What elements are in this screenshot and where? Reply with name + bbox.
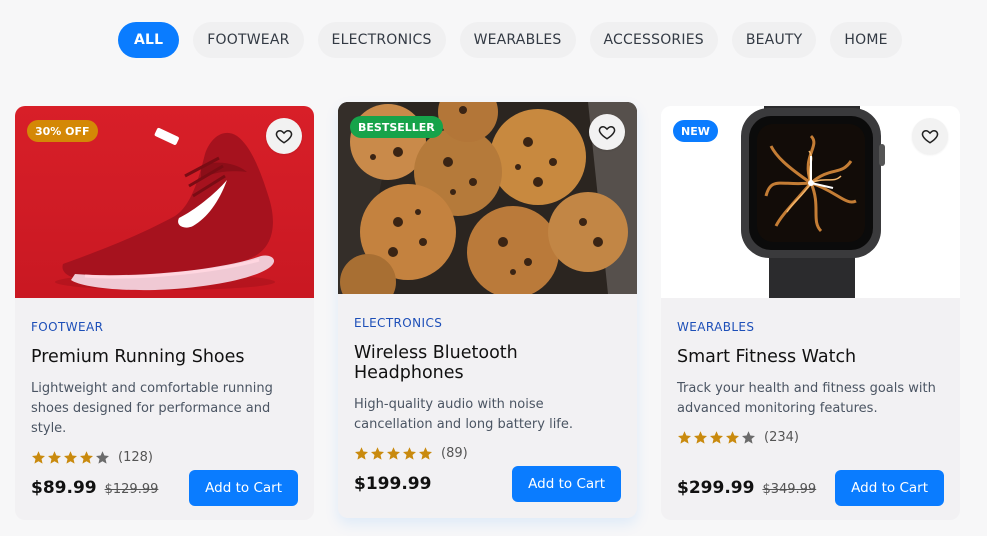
star-filled-icon <box>403 447 416 460</box>
discount-badge: 30% OFF <box>27 120 98 142</box>
review-count: (234) <box>764 430 799 445</box>
star-filled-icon <box>694 431 707 444</box>
star-filled-icon <box>355 447 368 460</box>
current-price: $199.99 <box>354 474 432 494</box>
heart-icon <box>921 129 939 144</box>
product-category: FOOTWEAR <box>31 320 104 334</box>
star-empty-icon <box>96 451 109 464</box>
add-to-cart-button[interactable]: Add to Cart <box>189 470 298 506</box>
product-card: 30% OFF FOOTWEAR Premium Running Shoes L… <box>15 106 314 520</box>
product-rating: (89) <box>354 446 621 461</box>
heart-icon <box>598 125 616 140</box>
review-count: (128) <box>118 450 153 465</box>
category-filter-bar: ALL FOOTWEAR ELECTRONICS WEARABLES ACCES… <box>118 22 902 58</box>
product-image[interactable]: 30% OFF <box>15 106 314 298</box>
original-price: $349.99 <box>762 482 817 497</box>
star-filled-icon <box>32 451 45 464</box>
star-rating <box>677 430 756 445</box>
star-filled-icon <box>710 431 723 444</box>
favorite-button[interactable] <box>912 118 948 154</box>
filter-beauty[interactable]: BEAUTY <box>731 22 817 58</box>
product-description: Track your health and fitness goals with… <box>677 381 936 416</box>
filter-accessories[interactable]: ACCESSORIES <box>589 22 718 58</box>
new-badge: NEW <box>673 120 718 142</box>
product-rating: (128) <box>31 450 298 465</box>
star-filled-icon <box>678 431 691 444</box>
bestseller-badge: BESTSELLER <box>350 116 443 138</box>
current-price: $89.99 <box>31 478 97 498</box>
product-title[interactable]: Smart Fitness Watch <box>677 347 944 367</box>
star-empty-icon <box>742 431 755 444</box>
filter-footwear[interactable]: FOOTWEAR <box>193 22 304 58</box>
star-filled-icon <box>64 451 77 464</box>
product-title[interactable]: Wireless Bluetooth Headphones <box>354 343 621 383</box>
star-rating <box>31 450 110 465</box>
star-filled-icon <box>387 447 400 460</box>
product-category: ELECTRONICS <box>354 316 443 330</box>
product-description: Lightweight and comfortable running shoe… <box>31 381 273 436</box>
heart-icon <box>275 129 293 144</box>
product-card: NEW WEARABLES Smart Fitness Watch Track … <box>661 106 960 520</box>
favorite-button[interactable] <box>266 118 302 154</box>
product-image[interactable]: BESTSELLER <box>338 102 637 294</box>
add-to-cart-button[interactable]: Add to Cart <box>512 466 621 502</box>
product-description: High-quality audio with noise cancellati… <box>354 397 574 432</box>
filter-all[interactable]: ALL <box>118 22 180 58</box>
product-title[interactable]: Premium Running Shoes <box>31 347 298 367</box>
review-count: (89) <box>441 446 468 461</box>
product-category: WEARABLES <box>677 320 755 334</box>
favorite-button[interactable] <box>589 114 625 150</box>
star-filled-icon <box>419 447 432 460</box>
product-card: BESTSELLER ELECTRONICS Wireless Bluetoot… <box>338 102 637 518</box>
star-filled-icon <box>80 451 93 464</box>
filter-wearables[interactable]: WEARABLES <box>459 22 576 58</box>
star-rating <box>354 446 433 461</box>
original-price: $129.99 <box>104 482 159 497</box>
product-rating: (234) <box>677 430 944 445</box>
current-price: $299.99 <box>677 478 755 498</box>
filter-electronics[interactable]: ELECTRONICS <box>317 22 446 58</box>
star-filled-icon <box>726 431 739 444</box>
star-filled-icon <box>48 451 61 464</box>
product-image[interactable]: NEW <box>661 106 960 298</box>
star-filled-icon <box>371 447 384 460</box>
add-to-cart-button[interactable]: Add to Cart <box>835 470 944 506</box>
filter-home[interactable]: HOME <box>830 22 902 58</box>
